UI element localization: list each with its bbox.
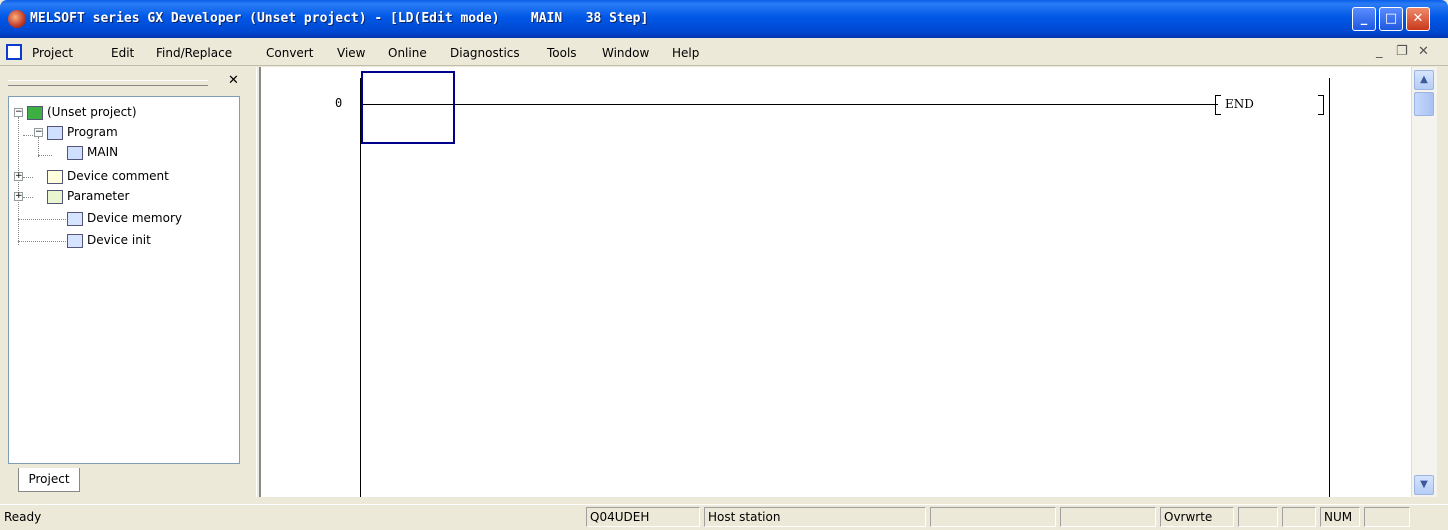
menu-find-replace[interactable]: Find/Replace xyxy=(156,44,232,62)
mdi-restore-button[interactable]: ❐ xyxy=(1396,44,1408,59)
end-bracket-close xyxy=(1318,95,1324,115)
station: Host station xyxy=(704,507,926,527)
close-button[interactable]: ✕ xyxy=(1406,7,1430,31)
menu-convert[interactable]: Convert xyxy=(266,44,313,62)
tree-item-parameter[interactable]: Parameter xyxy=(47,187,129,205)
menu-window[interactable]: Window xyxy=(602,44,649,62)
status-panel-empty-1 xyxy=(930,507,1056,527)
end-instruction: END xyxy=(1225,97,1254,111)
rung-line xyxy=(361,104,1218,105)
menu-help[interactable]: Help xyxy=(672,44,699,62)
status-panel-empty-5 xyxy=(1364,507,1410,527)
menu-edit[interactable]: Edit xyxy=(111,44,134,62)
window-title: MELSOFT series GX Developer (Unset proje… xyxy=(30,11,649,26)
project-icon xyxy=(27,105,43,120)
plc-type: Q04UDEH xyxy=(586,507,700,527)
menu-view[interactable]: View xyxy=(337,44,365,62)
memory-icon xyxy=(67,211,83,226)
status-panel-empty-2 xyxy=(1060,507,1156,527)
expand-toggle-project[interactable]: − xyxy=(14,108,23,117)
tree-item-device-comment[interactable]: Device comment xyxy=(47,167,169,185)
document-icon[interactable] xyxy=(6,44,22,60)
memory-icon xyxy=(67,233,83,248)
expand-toggle-parameter[interactable]: + xyxy=(14,192,23,201)
edit-mode: Ovrwrte xyxy=(1160,507,1234,527)
parameter-icon xyxy=(47,189,63,204)
comment-icon xyxy=(47,169,63,184)
tree-item-device-memory[interactable]: Device memory xyxy=(67,209,182,227)
program-icon xyxy=(67,145,83,160)
tree-item-device-init[interactable]: Device init xyxy=(67,231,151,249)
scroll-down-button[interactable]: ▼ xyxy=(1414,475,1434,495)
pane-grip[interactable] xyxy=(8,80,208,86)
scroll-up-button[interactable]: ▲ xyxy=(1414,70,1434,90)
status-panel-empty-3 xyxy=(1238,507,1278,527)
status-panel-empty-4 xyxy=(1282,507,1316,527)
right-power-rail xyxy=(1329,78,1330,497)
status-text: Ready xyxy=(4,510,42,524)
step-number: 0 xyxy=(335,96,343,110)
pane-close-icon[interactable]: ✕ xyxy=(228,73,239,88)
expand-toggle-program[interactable]: − xyxy=(34,128,43,137)
edit-cursor[interactable] xyxy=(361,71,455,144)
tree-item-unset-project[interactable]: (Unset project) xyxy=(27,103,137,121)
menu-online[interactable]: Online xyxy=(388,44,427,62)
tree-item-main[interactable]: MAIN xyxy=(67,143,118,161)
minimize-button[interactable]: _ xyxy=(1352,7,1376,31)
expand-toggle-device-comment[interactable]: + xyxy=(14,172,23,181)
scroll-thumb[interactable] xyxy=(1414,92,1434,116)
menu-diagnostics[interactable]: Diagnostics xyxy=(450,44,520,62)
tab-project[interactable]: Project xyxy=(18,468,80,492)
maximize-button[interactable]: □ xyxy=(1379,7,1403,31)
project-tree[interactable]: − (Unset project) − Program MAIN + Devic… xyxy=(8,96,240,464)
mdi-minimize-button[interactable]: _ xyxy=(1376,44,1383,59)
tree-item-program[interactable]: Program xyxy=(47,123,118,141)
melsoft-app-icon[interactable] xyxy=(8,10,26,28)
resize-grip-icon[interactable] xyxy=(1414,507,1444,527)
menu-tools[interactable]: Tools xyxy=(547,44,577,62)
vertical-scrollbar[interactable] xyxy=(1411,67,1437,497)
mdi-close-button[interactable]: ✕ xyxy=(1418,44,1429,59)
menu-project[interactable]: Project xyxy=(32,44,73,62)
program-icon xyxy=(47,125,63,140)
end-bracket-open xyxy=(1215,95,1221,115)
num-lock-indicator: NUM xyxy=(1320,507,1360,527)
